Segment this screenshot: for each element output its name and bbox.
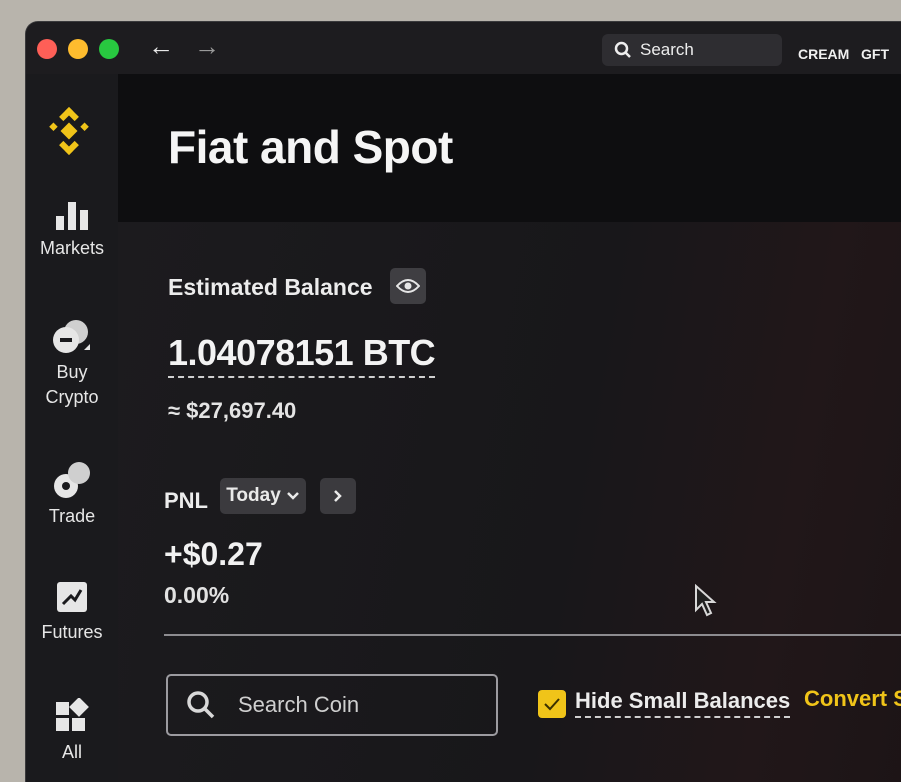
minimize-window-button[interactable] [68, 39, 88, 59]
title-bar: ← → Search CREAM GFT [26, 22, 901, 74]
close-window-button[interactable] [37, 39, 57, 59]
page-title: Fiat and Spot [168, 121, 453, 173]
page-header: Fiat and Spot [118, 74, 901, 222]
pnl-percent: 0.00% [164, 582, 230, 608]
zoom-window-button[interactable] [99, 39, 119, 59]
sidebar-item-markets[interactable]: Markets [26, 198, 118, 261]
pnl-period-label: Today [226, 485, 281, 506]
search-icon [614, 41, 631, 58]
binance-logo-icon[interactable] [44, 106, 94, 161]
hide-small-balances-checkbox[interactable] [538, 690, 566, 718]
toggle-balance-visibility-button[interactable] [390, 268, 426, 304]
sidebar-item-label: All [61, 742, 82, 762]
app-window: ← → Search CREAM GFT Markets Buy Crypto … [26, 22, 901, 782]
chevron-right-icon [334, 490, 342, 502]
mouse-cursor-icon [695, 584, 717, 617]
sidebar-item-all[interactable]: All [26, 698, 118, 765]
coins-icon [53, 320, 90, 353]
balance-fiat-equivalent: ≈ $27,697.40 [168, 398, 297, 423]
sidebar-item-label: Buy Crypto [45, 362, 99, 407]
sidebar-item-label: Markets [39, 238, 104, 258]
sidebar-item-label: Futures [41, 622, 103, 642]
forward-arrow-icon[interactable]: → [194, 32, 220, 60]
grid-icon [56, 698, 89, 731]
ticker-item[interactable]: CREAM [798, 46, 849, 62]
estimated-balance-label: Estimated Balance [168, 274, 373, 300]
eye-icon [396, 279, 420, 293]
balance-value[interactable]: 1.04078151 BTC [168, 332, 436, 378]
global-search-label: Search [640, 40, 694, 59]
search-coin-input[interactable]: Search Coin [166, 674, 498, 736]
pnl-period-dropdown[interactable]: Today [220, 478, 306, 514]
convert-small-balances-link[interactable]: Convert Sm [804, 686, 901, 712]
trade-icon [54, 462, 90, 498]
bar-chart-icon [56, 202, 88, 230]
sidebar-item-trade[interactable]: Trade [26, 460, 118, 529]
back-arrow-icon[interactable]: ← [148, 32, 174, 60]
global-search-button[interactable]: Search [602, 34, 782, 66]
sidebar-item-futures[interactable]: Futures [26, 578, 118, 645]
chevron-down-icon [286, 492, 299, 500]
search-icon [187, 691, 215, 719]
sidebar-item-buy-crypto[interactable]: Buy Crypto [26, 316, 118, 410]
pnl-value: +$0.27 [164, 536, 263, 572]
main-content: Estimated Balance 1.04078151 BTC ≈ $27,6… [118, 222, 901, 782]
section-divider [164, 634, 901, 636]
hide-small-balances-label[interactable]: Hide Small Balances [575, 688, 791, 718]
sidebar-item-label: Trade [48, 506, 96, 526]
pnl-details-button[interactable] [320, 478, 356, 514]
checkmark-icon [544, 698, 560, 711]
futures-icon [57, 582, 87, 612]
search-coin-placeholder: Search Coin [238, 692, 360, 717]
ticker-item[interactable]: GFT [861, 46, 889, 62]
sidebar: Markets Buy Crypto Trade Futures All [26, 74, 118, 782]
pnl-label: PNL [164, 488, 208, 513]
